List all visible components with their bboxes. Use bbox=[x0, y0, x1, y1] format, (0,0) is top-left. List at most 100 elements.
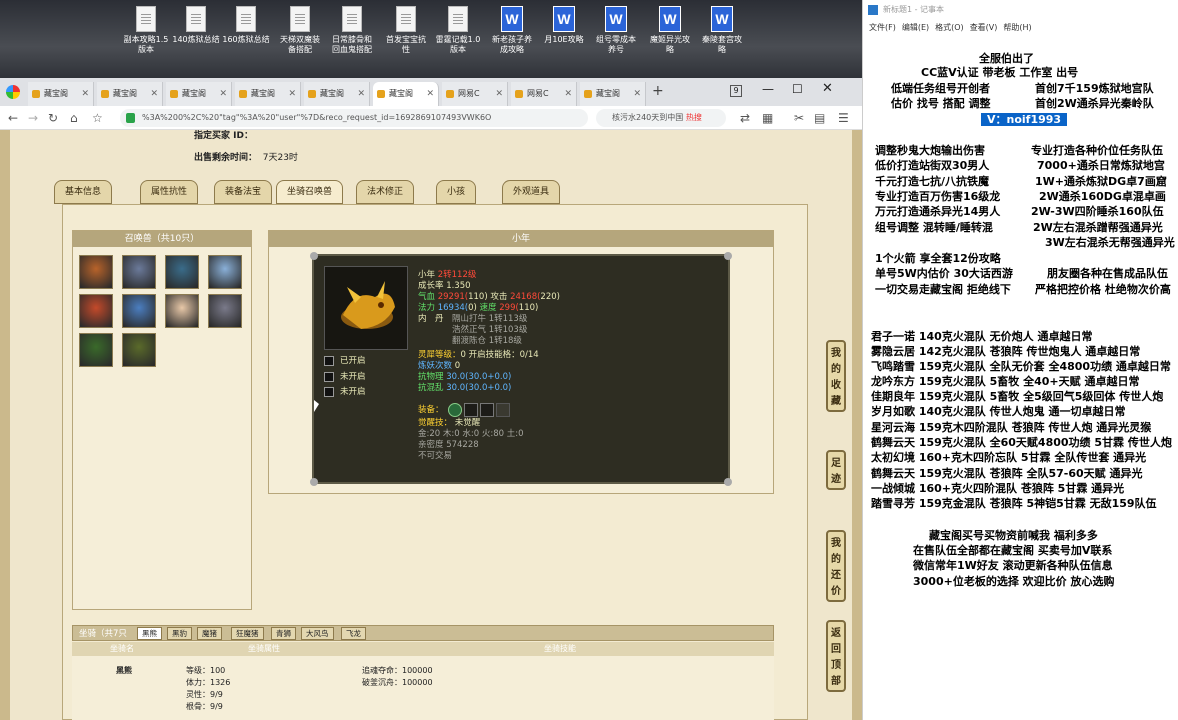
browser-tab[interactable]: 藏宝阁 ✕ bbox=[235, 82, 301, 106]
equip-slot-icon[interactable] bbox=[464, 403, 478, 417]
equip-slot-icon[interactable] bbox=[448, 403, 462, 417]
notepad-line: 2W-3W四阶睡杀160队伍 bbox=[1031, 205, 1164, 219]
browser-tab[interactable]: 藏宝阁 ✕ bbox=[97, 82, 163, 106]
game-tab[interactable]: 属性抗性 bbox=[140, 180, 199, 204]
close-tab-icon[interactable]: ✕ bbox=[81, 82, 89, 106]
maximize-icon[interactable]: ☐ bbox=[792, 82, 803, 96]
pet-thumbnail[interactable] bbox=[208, 294, 242, 328]
desktop-icon[interactable]: W 魔姬异光攻 略 bbox=[644, 6, 696, 55]
desktop-icon[interactable]: 天梯双魔装 备搭配 bbox=[274, 6, 326, 55]
notepad-menu-item[interactable]: 查看(V) bbox=[970, 23, 998, 32]
browser-logo-icon[interactable] bbox=[6, 85, 20, 99]
browser-tab[interactable]: 藏宝阁 ✕ bbox=[580, 82, 646, 106]
pet-thumbnail[interactable] bbox=[79, 255, 113, 289]
notepad-line-text: 1个火箭 享全套12份攻略 bbox=[875, 252, 1001, 265]
search-box[interactable]: 核污水240天到中国 热搜 bbox=[596, 109, 726, 127]
card-corner bbox=[724, 252, 732, 260]
lingshou-value: 0 开启技能格：0/14 bbox=[460, 350, 539, 360]
new-tab-button[interactable]: + bbox=[652, 83, 664, 99]
close-window-icon[interactable]: ✕ bbox=[822, 81, 833, 96]
close-tab-icon[interactable]: ✕ bbox=[219, 82, 227, 106]
forward-icon[interactable]: → bbox=[28, 110, 38, 126]
notepad-line: 专业打造百万伤害16级龙 bbox=[875, 190, 1000, 204]
pet-thumbnail[interactable] bbox=[165, 294, 199, 328]
tab-count-badge[interactable]: 9 bbox=[730, 85, 742, 97]
desktop-icon[interactable]: W 秦陵套宫攻 略 bbox=[696, 6, 748, 55]
pet-thumbnail[interactable] bbox=[165, 255, 199, 289]
juexing-value: 未觉醒 bbox=[454, 418, 481, 428]
home-icon[interactable]: ⌂ bbox=[70, 110, 78, 126]
browser-tab-bar: 藏宝阁 ✕ 藏宝阁 ✕ 藏宝阁 ✕ 藏宝阁 ✕ 藏宝阁 ✕ 藏宝阁 ✕ 网易C ✕ 网易C ✕ 藏宝阁 ✕ + 9… bbox=[0, 78, 862, 106]
close-tab-icon[interactable]: ✕ bbox=[426, 82, 434, 106]
notepad-menu-item[interactable]: 文件(F) bbox=[869, 23, 896, 32]
pet-thumbnail[interactable] bbox=[79, 333, 113, 367]
notepad-line: 雾隐云居 142克火混队 苍狼阵 传世炮鬼人 通卓越日常 bbox=[871, 345, 1140, 359]
mount-tab[interactable]: 魔猪 bbox=[197, 627, 222, 640]
mount-tab[interactable]: 大风鸟 bbox=[301, 627, 334, 640]
side-button[interactable]: 足迹 bbox=[826, 450, 846, 490]
notepad-menu-item[interactable]: 帮助(H) bbox=[1003, 23, 1031, 32]
desktop-icon[interactable]: 副本攻略1.5 版本 bbox=[120, 6, 172, 55]
fali-value: 16934( bbox=[437, 303, 469, 313]
notepad-menu-item[interactable]: 编辑(E) bbox=[902, 23, 929, 32]
menu-icon[interactable]: ☰ bbox=[838, 110, 849, 126]
game-tab[interactable]: 基本信息 bbox=[54, 180, 113, 204]
desktop-icon[interactable]: 160炼狱总结 bbox=[220, 6, 272, 45]
desktop-icon[interactable]: 首发宝宝抗 性 bbox=[380, 6, 432, 55]
browser-tab[interactable]: 藏宝阁 ✕ bbox=[304, 82, 370, 106]
mount-tab[interactable]: 黑熊 bbox=[137, 627, 162, 640]
browser-tab[interactable]: 藏宝阁 ✕ bbox=[28, 82, 94, 106]
mount-tab[interactable]: 狂魔猪 bbox=[231, 627, 264, 640]
extensions-icon[interactable]: ▦ bbox=[762, 110, 773, 126]
game-tab[interactable]: 外观道具 bbox=[502, 180, 561, 204]
pet-thumbnail[interactable] bbox=[79, 294, 113, 328]
pet-thumbnail[interactable] bbox=[208, 255, 242, 289]
browser-tab[interactable]: 网易C ✕ bbox=[511, 82, 577, 106]
mount-tab[interactable]: 青狮 bbox=[271, 627, 296, 640]
skill-slot-2 bbox=[324, 372, 334, 382]
side-button[interactable]: 我的还价 bbox=[826, 530, 846, 602]
game-tab[interactable]: 装备法宝 bbox=[214, 180, 273, 204]
browser-tab[interactable]: 藏宝阁 ✕ bbox=[373, 82, 439, 106]
close-tab-icon[interactable]: ✕ bbox=[495, 82, 503, 106]
notepad-menu-item[interactable]: 格式(O) bbox=[935, 23, 964, 32]
mount-tab[interactable]: 飞龙 bbox=[341, 627, 366, 640]
game-tab[interactable]: 坐骑召唤兽 bbox=[276, 180, 344, 204]
equip-slot-icon[interactable] bbox=[480, 403, 494, 417]
game-tab[interactable]: 法术修正 bbox=[356, 180, 415, 204]
side-button[interactable]: 返回顶部 bbox=[826, 620, 846, 692]
close-tab-icon[interactable]: ✕ bbox=[633, 82, 641, 106]
close-tab-icon[interactable]: ✕ bbox=[357, 82, 365, 106]
sync-icon[interactable]: ⇄ bbox=[740, 110, 750, 126]
reload-icon[interactable]: ↻ bbox=[48, 110, 58, 126]
browser-tab[interactable]: 藏宝阁 ✕ bbox=[166, 82, 232, 106]
desktop-icon[interactable]: 日常膝骨和 回血鬼搭配 bbox=[326, 6, 378, 55]
equip-slot-icon[interactable] bbox=[496, 403, 510, 417]
desktop-icon[interactable]: W 组号零成本 养号 bbox=[590, 6, 642, 55]
back-icon[interactable]: ← bbox=[8, 110, 18, 126]
notepad-line: 踏雪寻芳 159克金混队 苍狼阵 5神铠5甘霖 无敌159队伍 bbox=[871, 497, 1157, 511]
close-tab-icon[interactable]: ✕ bbox=[564, 82, 572, 106]
pet-thumbnail[interactable] bbox=[122, 294, 156, 328]
desktop-icon-label: 月10E攻略 bbox=[544, 35, 584, 44]
side-button[interactable]: 我的收藏 bbox=[826, 340, 846, 412]
mount-tab[interactable]: 黑豹 bbox=[167, 627, 192, 640]
pet-thumbnail[interactable] bbox=[122, 255, 156, 289]
desktop-icon[interactable]: 雷霆记载1.0 版本 bbox=[432, 6, 484, 55]
close-tab-icon[interactable]: ✕ bbox=[288, 82, 296, 106]
close-tab-icon[interactable]: ✕ bbox=[150, 82, 158, 106]
reading-icon[interactable]: ▤ bbox=[814, 110, 825, 126]
desktop-icon[interactable]: W 新老孩子养 成攻略 bbox=[486, 6, 538, 55]
notepad-line: 朋友圈各种在售成品队伍 bbox=[1047, 267, 1168, 281]
pet-thumbnail[interactable] bbox=[122, 333, 156, 367]
minimize-icon[interactable]: — bbox=[762, 82, 774, 96]
cut-icon[interactable]: ✂ bbox=[794, 110, 804, 126]
desktop-icon[interactable]: W 月10E攻略 bbox=[538, 6, 590, 45]
star-icon[interactable]: ☆ bbox=[92, 110, 103, 126]
notepad-line: 组号调整 混转睡/睡转混 bbox=[875, 221, 993, 235]
address-bar[interactable]: %3A%200%2C%20"tag"%3A%20"user"%7D&reco_r… bbox=[120, 109, 588, 127]
pets-panel-title: 召唤兽（共10只） bbox=[73, 231, 251, 247]
browser-tab[interactable]: 网易C ✕ bbox=[442, 82, 508, 106]
desktop-icon[interactable]: 140炼狱总结 bbox=[170, 6, 222, 45]
game-tab[interactable]: 小孩 bbox=[436, 180, 477, 204]
